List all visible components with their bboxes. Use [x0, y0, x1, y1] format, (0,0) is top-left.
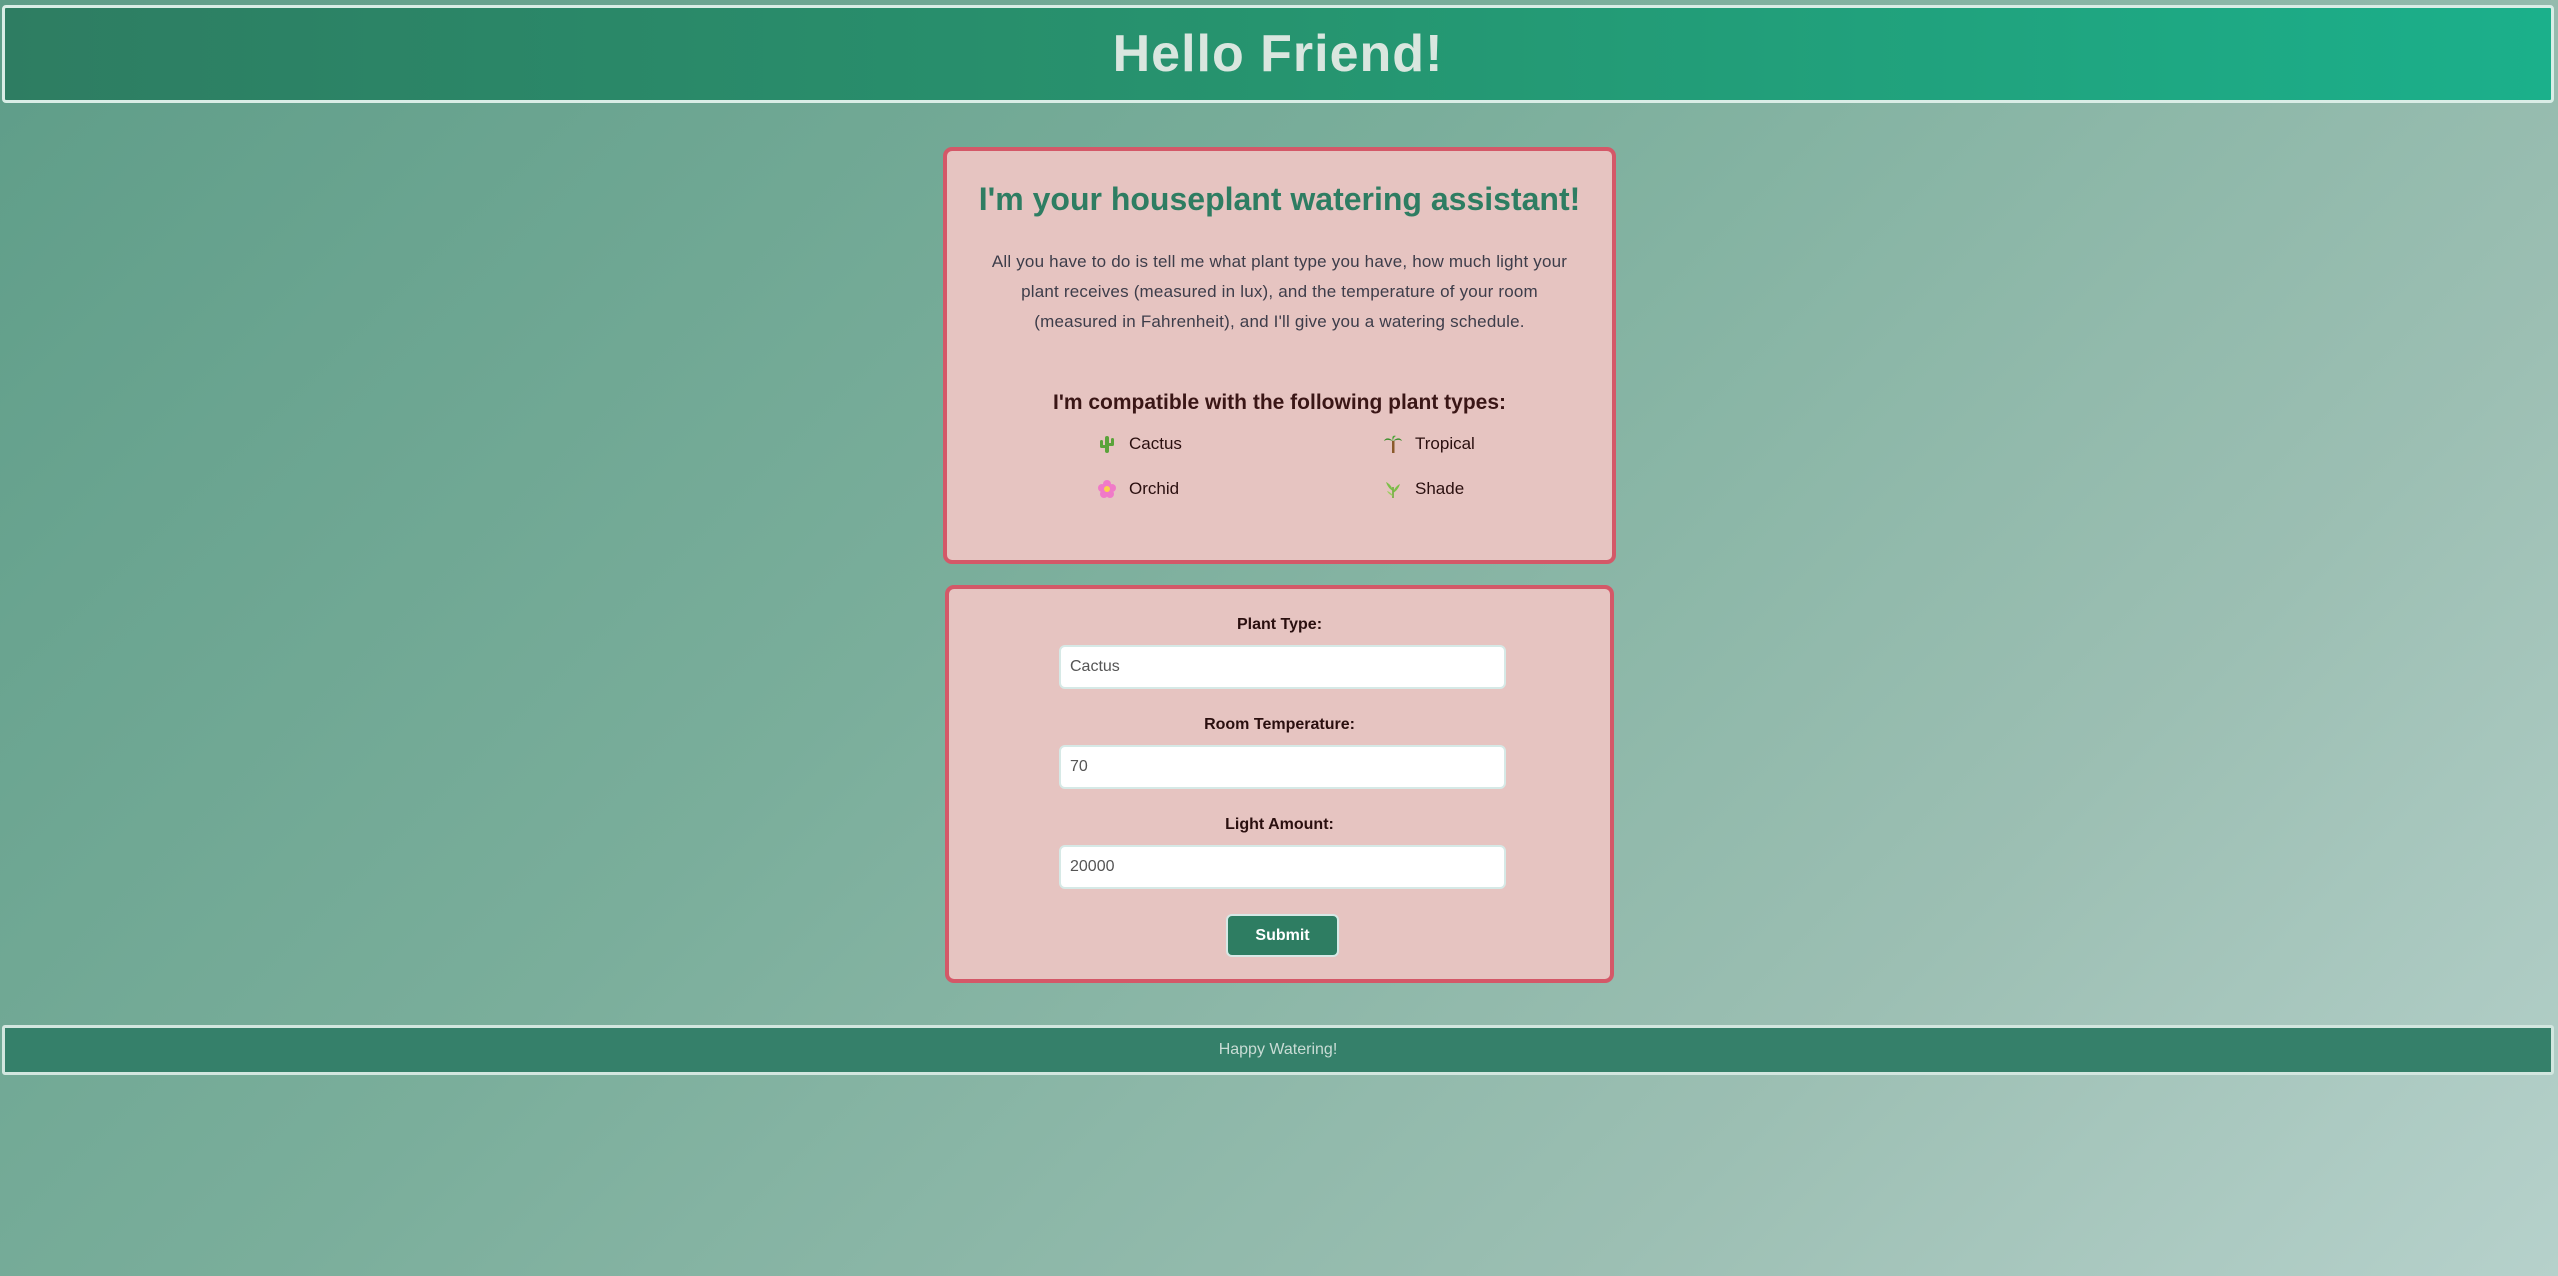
- plant-type-cactus: Cactus: [1097, 434, 1182, 454]
- compatible-types-heading: I'm compatible with the following plant …: [1052, 391, 1506, 414]
- light-amount-label: Light Amount:: [1225, 816, 1334, 833]
- plant-type-label: Plant Type:: [1236, 616, 1323, 633]
- intro-description-line: plant receives (measured in lux), and th…: [1021, 282, 1538, 301]
- cactus-icon: [1097, 434, 1117, 454]
- footer-text: Happy Watering!: [1218, 1041, 1338, 1058]
- plant-type-tropical: Tropical: [1383, 434, 1475, 454]
- page-title: Hello Friend!: [1112, 25, 1444, 83]
- plant-label: Orchid: [1129, 479, 1180, 498]
- intro-description-line: (measured in Fahrenheit), and I'll give …: [1034, 312, 1525, 331]
- light-amount-input[interactable]: [1059, 845, 1506, 889]
- plant-label: Shade: [1415, 479, 1465, 498]
- palm-tree-icon: [1383, 434, 1403, 454]
- submit-button[interactable]: Submit: [1226, 914, 1339, 957]
- intro-title: I'm your houseplant watering assistant!: [978, 181, 1581, 217]
- page-footer: Happy Watering!: [2, 1025, 2554, 1075]
- room-temperature-label: Room Temperature:: [1204, 716, 1355, 733]
- plant-label: Cactus: [1129, 434, 1182, 453]
- plant-type-orchid: Orchid: [1097, 479, 1179, 499]
- watering-form: Plant Type: Room Temperature: Light Amou…: [945, 585, 1614, 983]
- intro-description-line: All you have to do is tell me what plant…: [991, 252, 1568, 271]
- room-temperature-input[interactable]: [1059, 745, 1506, 789]
- intro-description: All you have to do is tell me what plant…: [977, 247, 1582, 337]
- plant-type-input[interactable]: [1059, 645, 1506, 689]
- page-header: Hello Friend!: [2, 5, 2554, 103]
- herb-icon: [1383, 479, 1403, 499]
- intro-card: I'm your houseplant watering assistant! …: [943, 147, 1616, 564]
- plant-type-shade: Shade: [1383, 479, 1464, 499]
- plant-label: Tropical: [1415, 434, 1475, 453]
- flower-icon: [1097, 479, 1117, 499]
